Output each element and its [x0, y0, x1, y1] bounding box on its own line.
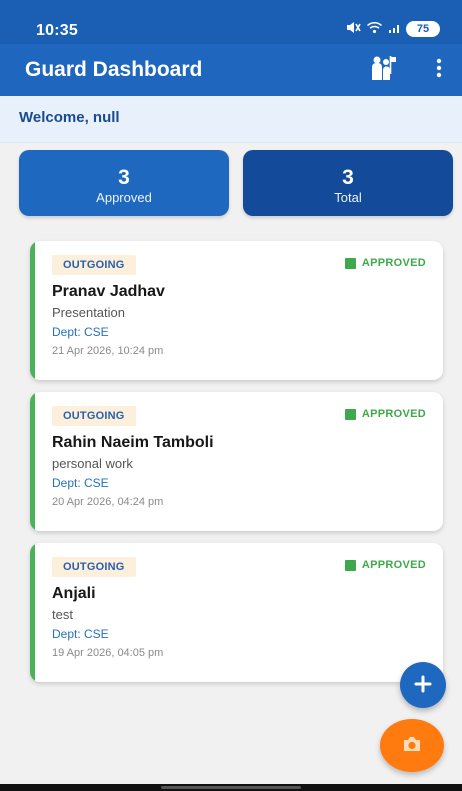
approved-summary-card: 3 Approved — [19, 150, 229, 216]
wifi-icon — [366, 21, 383, 37]
app-title: Guard Dashboard — [25, 58, 203, 81]
add-request-button[interactable] — [400, 662, 446, 708]
system-navigation-bar — [0, 784, 462, 791]
approved-count: 3 — [118, 166, 130, 189]
request-card[interactable]: OUTGOING APPROVED Rahin Naeim Tamboli pe… — [30, 392, 443, 531]
total-summary-card: 3 Total — [243, 150, 453, 216]
approved-status-icon — [344, 408, 356, 420]
request-card[interactable]: OUTGOING APPROVED Anjali test Dept: CSE … — [30, 543, 443, 682]
guard-action-button[interactable] — [365, 52, 401, 88]
request-reason: Presentation — [52, 305, 125, 320]
status-bar: 10:35 75 — [0, 0, 462, 44]
battery-indicator: 75 — [406, 21, 440, 37]
request-reason: test — [52, 607, 73, 622]
more-options-button[interactable] — [421, 52, 457, 88]
request-timestamp: 19 Apr 2026, 04:05 pm — [52, 647, 164, 659]
department-label: Dept: CSE — [52, 325, 109, 339]
battery-level: 75 — [416, 23, 430, 35]
status-text: APPROVED — [361, 559, 426, 571]
navigation-handle[interactable] — [161, 786, 301, 789]
status-badge: APPROVED — [344, 408, 426, 420]
approved-accent-bar — [30, 392, 35, 531]
direction-chip: OUTGOING — [52, 557, 136, 577]
welcome-text: Welcome, null — [19, 109, 120, 126]
status-text: APPROVED — [361, 257, 426, 269]
app-bar: Guard Dashboard — [0, 44, 462, 96]
person-name: Pranav Jadhav — [52, 283, 165, 300]
request-timestamp: 21 Apr 2026, 10:24 pm — [52, 345, 164, 357]
direction-chip: OUTGOING — [52, 406, 136, 426]
mute-icon — [346, 21, 361, 37]
department-label: Dept: CSE — [52, 476, 109, 490]
approved-status-icon — [344, 257, 356, 269]
welcome-banner: Welcome, null — [0, 96, 462, 143]
total-count: 3 — [342, 166, 354, 189]
request-timestamp: 20 Apr 2026, 04:24 pm — [52, 496, 164, 508]
direction-chip: OUTGOING — [52, 255, 136, 275]
approved-label: Approved — [96, 190, 152, 205]
approved-status-icon — [344, 559, 356, 571]
status-time: 10:35 — [36, 22, 78, 39]
request-card[interactable]: OUTGOING APPROVED Pranav Jadhav Presenta… — [30, 241, 443, 380]
approved-accent-bar — [30, 241, 35, 380]
request-reason: personal work — [52, 456, 133, 471]
signal-icon — [388, 22, 401, 37]
guard-icon — [369, 55, 397, 86]
department-label: Dept: CSE — [52, 627, 109, 641]
status-badge: APPROVED — [344, 559, 426, 571]
camera-button[interactable] — [380, 719, 444, 772]
status-badge: APPROVED — [344, 257, 426, 269]
camera-icon — [401, 735, 423, 756]
approved-accent-bar — [30, 543, 35, 682]
total-label: Total — [334, 190, 362, 205]
status-text: APPROVED — [361, 408, 426, 420]
person-name: Rahin Naeim Tamboli — [52, 434, 214, 451]
more-vert-icon — [436, 57, 442, 84]
plus-icon — [413, 674, 433, 697]
person-name: Anjali — [52, 585, 96, 602]
status-icons: 75 — [346, 21, 440, 37]
